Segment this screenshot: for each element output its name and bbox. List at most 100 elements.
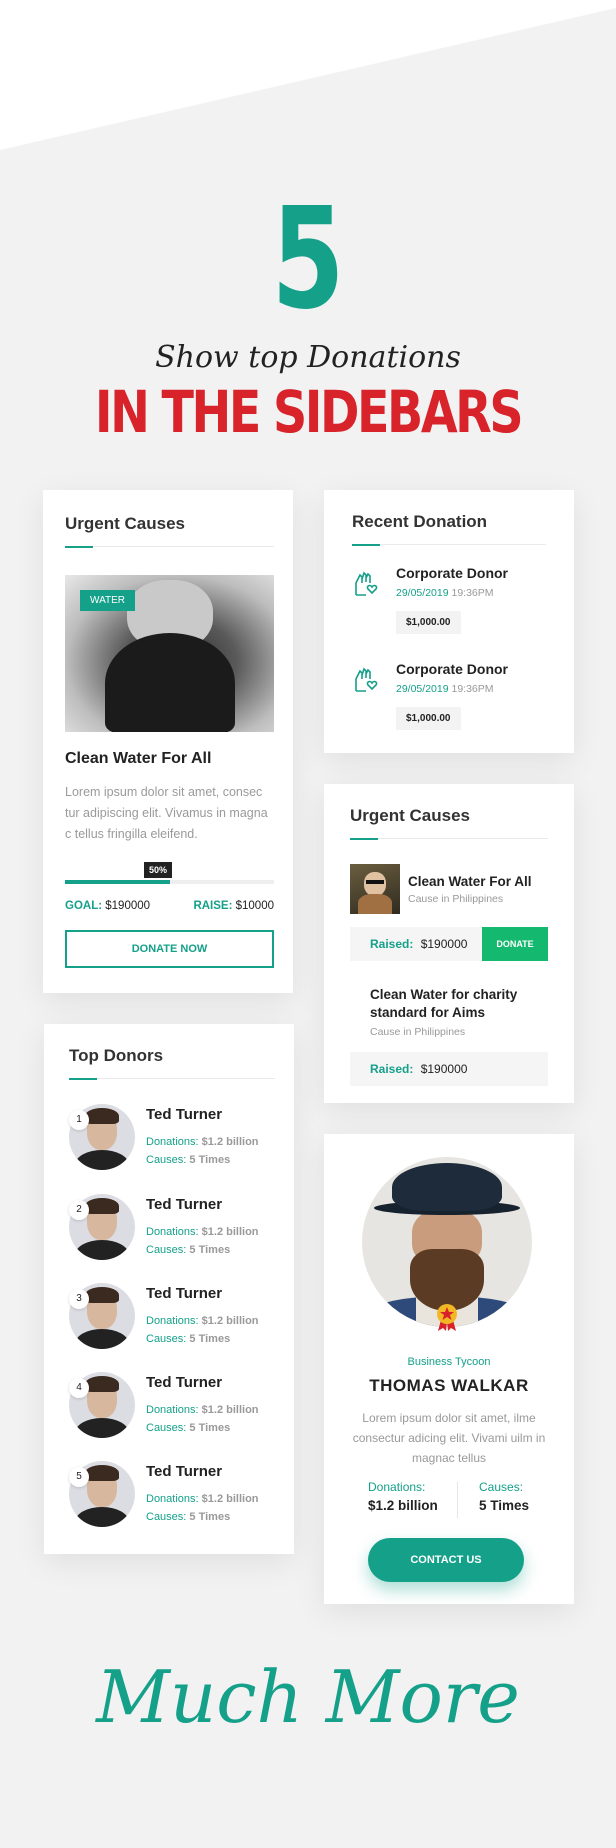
donations-label: Donations: bbox=[146, 1226, 199, 1238]
donations-label: Donations: bbox=[146, 1493, 199, 1505]
causes-label: Causes: bbox=[146, 1422, 187, 1434]
card-title: Recent Donation bbox=[352, 512, 488, 531]
causes-label: Causes: bbox=[146, 1154, 187, 1166]
raised-value: $190000 bbox=[420, 937, 468, 951]
top-background-wedge bbox=[0, 0, 616, 150]
profile-causes: Causes: 5 Times bbox=[479, 1480, 529, 1513]
award-badge-icon bbox=[437, 1304, 457, 1331]
raised-bar: Raised: $190000 bbox=[350, 927, 482, 961]
avatar-hat bbox=[392, 1163, 502, 1211]
donor-name[interactable]: Ted Turner bbox=[146, 1106, 222, 1123]
causes-value: 5 Times bbox=[189, 1511, 231, 1523]
donor-donations: Donations: $1.2 billion bbox=[146, 1404, 259, 1416]
avatar-hair bbox=[85, 1465, 119, 1481]
donor-row[interactable]: 2 Ted Turner Donations: $1.2 billion Causes… bbox=[69, 1194, 279, 1264]
donor-causes: Causes: 5 Times bbox=[146, 1333, 230, 1345]
title-underline bbox=[65, 546, 274, 548]
donations-value: $1.2 billion bbox=[201, 1404, 259, 1416]
donations-value: $1.2 billion bbox=[201, 1493, 259, 1505]
donor-donations: Donations: $1.2 billion bbox=[146, 1136, 259, 1148]
donation-item: Corporate Donor 29/05/2019 19:36PM $1,00… bbox=[352, 565, 552, 645]
avatar-hair bbox=[85, 1287, 119, 1303]
donor-name[interactable]: Corporate Donor bbox=[396, 661, 508, 677]
thumb-body bbox=[358, 894, 392, 914]
card-title: Urgent Causes bbox=[350, 806, 470, 825]
contact-us-button[interactable]: CONTACT US bbox=[368, 1538, 524, 1582]
donor-row[interactable]: 1 Ted Turner Donations: $1.2 billion Causes… bbox=[69, 1104, 279, 1174]
profile-card: Business Tycoon THOMAS WALKAR Lorem ipsu… bbox=[324, 1134, 574, 1604]
donor-causes: Causes: 5 Times bbox=[146, 1422, 230, 1434]
donations-label: Donations: bbox=[146, 1136, 199, 1148]
donate-now-button[interactable]: DONATE NOW bbox=[65, 930, 274, 968]
bowl bbox=[105, 633, 235, 732]
profile-donations: Donations: $1.2 billion bbox=[368, 1480, 438, 1513]
cause-location: Cause in Philippines bbox=[408, 893, 504, 905]
raised-bar: Raised: $190000 bbox=[350, 1052, 548, 1086]
cause-title[interactable]: Clean Water For All bbox=[408, 874, 532, 889]
donor-causes: Causes: 5 Times bbox=[146, 1244, 230, 1256]
avatar-body bbox=[75, 1240, 129, 1260]
donor-name[interactable]: Ted Turner bbox=[146, 1285, 222, 1302]
progress-percent: 50% bbox=[144, 862, 173, 878]
avatar-body bbox=[75, 1418, 129, 1438]
profile-bio: Lorem ipsum dolor sit amet, ilme consect… bbox=[352, 1411, 546, 1465]
avatar-body bbox=[75, 1150, 129, 1170]
avatar-body bbox=[75, 1329, 129, 1349]
raised-label: Raised: bbox=[370, 1062, 414, 1076]
donor-row[interactable]: 5 Ted Turner Donations: $1.2 billion Causes… bbox=[69, 1461, 279, 1531]
cause-description: Lorem ipsum dolor sit amet, consec tur a… bbox=[65, 785, 268, 841]
causes-label: Causes: bbox=[146, 1333, 187, 1345]
cause-title[interactable]: Clean Water For All bbox=[65, 750, 211, 768]
avatar-hair bbox=[85, 1376, 119, 1392]
thumb-face bbox=[364, 872, 386, 896]
donor-rank: 2 bbox=[69, 1200, 89, 1220]
donor-rank: 3 bbox=[69, 1289, 89, 1309]
cause-title[interactable]: Clean Water for charity standard for Aim… bbox=[370, 986, 530, 1022]
hero-title: IN THE SIDEBARS bbox=[94, 378, 524, 446]
donor-name[interactable]: Ted Turner bbox=[146, 1196, 222, 1213]
causes-label: Causes: bbox=[146, 1511, 187, 1523]
donor-rank: 1 bbox=[69, 1110, 89, 1130]
donations-label: Donations: bbox=[146, 1404, 199, 1416]
causes-value: 5 Times bbox=[189, 1422, 231, 1434]
causes-value: 5 Times bbox=[479, 1498, 530, 1513]
donate-button[interactable]: DONATE bbox=[482, 927, 548, 961]
raise-value: $10000 bbox=[235, 900, 274, 912]
causes-value: 5 Times bbox=[189, 1244, 231, 1256]
title-underline bbox=[352, 544, 546, 546]
causes-label: Causes: bbox=[479, 1480, 524, 1494]
donation-time: 19:36PM bbox=[451, 587, 494, 599]
category-tag[interactable]: WATER bbox=[80, 590, 135, 611]
card-title: Urgent Causes bbox=[65, 514, 185, 533]
progress-bar bbox=[65, 880, 274, 884]
causes-value: 5 Times bbox=[189, 1154, 231, 1166]
causes-value: 5 Times bbox=[189, 1333, 231, 1345]
donor-donations: Donations: $1.2 billion bbox=[146, 1226, 259, 1238]
avatar-body bbox=[75, 1507, 129, 1527]
donor-causes: Causes: 5 Times bbox=[146, 1511, 230, 1523]
goal-value: $190000 bbox=[105, 900, 151, 912]
donor-name[interactable]: Ted Turner bbox=[146, 1463, 222, 1480]
donor-rank: 4 bbox=[69, 1378, 89, 1398]
donations-label: Donations: bbox=[368, 1480, 426, 1494]
donation-amount: $1,000.00 bbox=[396, 611, 461, 634]
cause-image[interactable]: WATER bbox=[65, 575, 274, 732]
progress-fill bbox=[65, 880, 170, 884]
cause-location: Cause in Philippines bbox=[370, 1026, 466, 1038]
donations-label: Donations: bbox=[146, 1315, 199, 1327]
hero-subtitle: Show top Donations bbox=[155, 340, 461, 375]
donor-row[interactable]: 3 Ted Turner Donations: $1.2 billion Causes… bbox=[69, 1283, 279, 1353]
donation-date: 29/05/2019 bbox=[396, 587, 449, 599]
profile-name: THOMAS WALKAR bbox=[369, 1376, 529, 1395]
cause-thumbnail[interactable] bbox=[350, 864, 400, 914]
donor-row[interactable]: 4 Ted Turner Donations: $1.2 billion Causes… bbox=[69, 1372, 279, 1442]
raised-label: Raised: bbox=[370, 937, 414, 951]
donation-amount: $1,000.00 bbox=[396, 707, 461, 730]
donor-name[interactable]: Corporate Donor bbox=[396, 565, 508, 581]
raised-value: $190000 bbox=[420, 1062, 468, 1076]
urgent-causes-card: Urgent Causes WATER Clean Water For All … bbox=[43, 490, 293, 993]
donor-name[interactable]: Ted Turner bbox=[146, 1374, 222, 1391]
card-title: Top Donors bbox=[69, 1046, 164, 1065]
causes-label: Causes: bbox=[146, 1244, 187, 1256]
donate-hand-icon bbox=[355, 571, 378, 596]
